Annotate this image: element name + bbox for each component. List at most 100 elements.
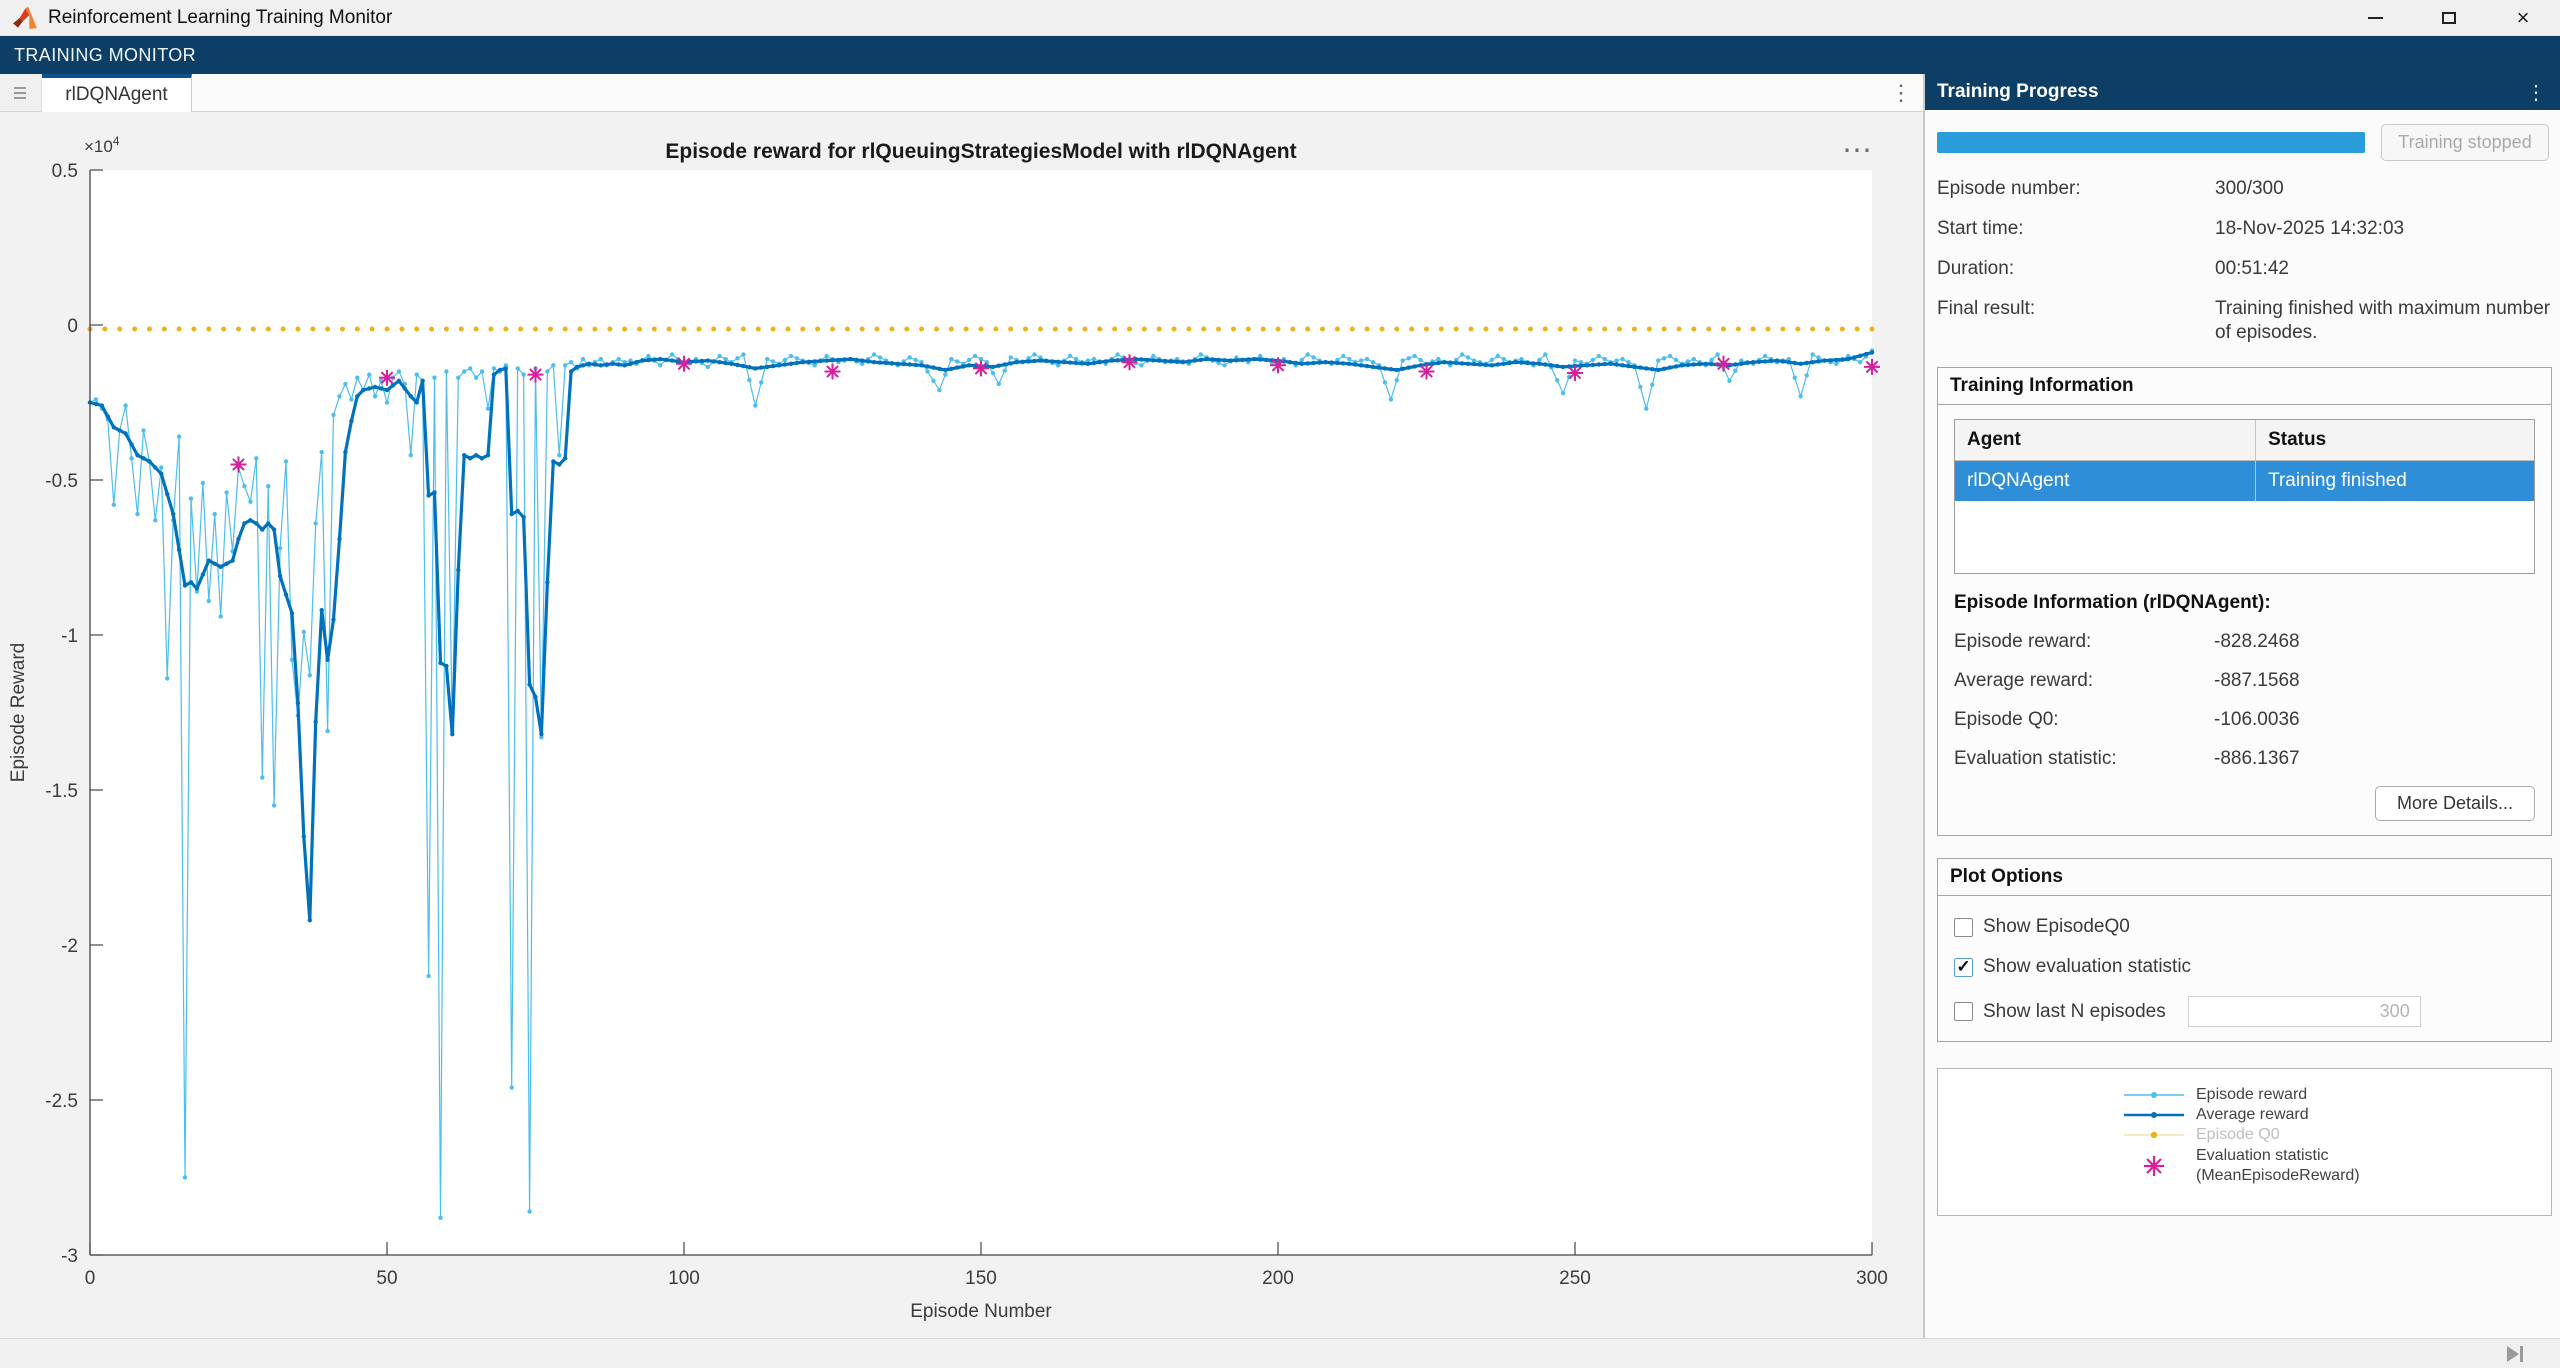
tab-rldqnagent[interactable]: rlDQNAgent	[42, 74, 192, 112]
svg-text:-3: -3	[61, 1246, 78, 1267]
panel-menu-icon[interactable]: ⋮	[2512, 80, 2560, 105]
field-value: 18-Nov-2025 14:32:03	[2215, 217, 2552, 241]
row-label: Episode Q0:	[1954, 709, 2214, 731]
episode-q0-row: Episode Q0: -106.0036	[1954, 709, 2535, 731]
row-label: Episode reward:	[1954, 631, 2214, 653]
svg-text:300: 300	[1856, 1268, 1888, 1289]
field-label: Start time:	[1937, 217, 2215, 241]
training-stopped-button[interactable]: Training stopped	[2381, 124, 2549, 161]
legend-item-episode-q0: Episode Q0	[2118, 1125, 2448, 1145]
tab-list-icon[interactable]	[0, 74, 42, 111]
table-empty-area	[1955, 501, 2534, 573]
option-show-episodeq0: Show EpisodeQ0	[1954, 916, 2535, 938]
progress-row: Training stopped	[1937, 124, 2552, 161]
legend-item-evaluation-statistic: Evaluation statistic (MeanEpisodeReward)	[2118, 1145, 2448, 1187]
minimize-button[interactable]	[2338, 0, 2412, 35]
legend-inner: Episode reward Average reward Episode Q0	[2118, 1085, 2448, 1187]
option-label: Show last N episodes	[1983, 1001, 2166, 1023]
column-header-status[interactable]: Status	[2256, 420, 2534, 460]
legend-label: Episode Q0	[2190, 1126, 2280, 1144]
panel-body: Training stopped Episode number: 300/300…	[1925, 110, 2560, 1216]
cell-agent: rlDQNAgent	[1955, 461, 2256, 501]
tabbar-overflow-menu-icon[interactable]: ⋮	[1879, 74, 1923, 111]
toolstrip-tab-training-monitor[interactable]: TRAINING MONITOR	[0, 45, 210, 66]
evaluation-statistic-row: Evaluation statistic: -886.1367	[1954, 748, 2535, 770]
row-label: Evaluation statistic:	[1954, 748, 2214, 770]
document-area: rlDQNAgent ⋮ 0501001502002503000.50-0.5-…	[0, 74, 1923, 1338]
training-information-group: Training Information Agent Status rlDQNA…	[1937, 367, 2552, 836]
episode-q0-line-sample	[2118, 1129, 2190, 1141]
row-value: -886.1367	[2214, 748, 2300, 770]
evaluation-statistic-marker-sample	[2118, 1151, 2190, 1181]
field-label: Duration:	[1937, 257, 2215, 281]
hamburger-icon	[13, 86, 29, 100]
svg-text:200: 200	[1262, 1268, 1294, 1289]
option-show-evaluation-statistic: ✓ Show evaluation statistic	[1954, 956, 2535, 978]
legend-label: Episode reward	[2190, 1086, 2307, 1104]
svg-text:250: 250	[1559, 1268, 1591, 1289]
figure-area: 0501001502002503000.50-0.5-1-1.5-2-2.5-3…	[0, 112, 1923, 1338]
svg-text:Episode Number: Episode Number	[910, 1301, 1052, 1322]
episode-reward-line-sample	[2118, 1089, 2190, 1101]
legend-box: Episode reward Average reward Episode Q0	[1937, 1068, 2552, 1216]
skip-to-end-icon[interactable]	[2504, 1343, 2526, 1365]
average-reward-row: Average reward: -887.1568	[1954, 670, 2535, 692]
column-header-agent[interactable]: Agent	[1955, 420, 2256, 460]
field-value: 00:51:42	[2215, 257, 2552, 281]
tab-label: rlDQNAgent	[65, 84, 167, 106]
svg-text:-2.5: -2.5	[45, 1091, 78, 1112]
more-details-button[interactable]: More Details...	[2375, 786, 2535, 821]
group-title: Training Information	[1938, 368, 2551, 405]
field-value: 300/300	[2215, 177, 2552, 201]
table-header-row: Agent Status	[1955, 420, 2534, 461]
window-controls: ×	[2338, 0, 2560, 35]
legend-item-average-reward: Average reward	[2118, 1105, 2448, 1125]
window-title: Reinforcement Learning Training Monitor	[48, 7, 392, 29]
statusbar	[0, 1338, 2560, 1368]
axes-options-button[interactable]: ⋯	[1832, 140, 1884, 170]
svg-text:0: 0	[85, 1268, 96, 1289]
field-start-time: Start time: 18-Nov-2025 14:32:03	[1937, 217, 2552, 241]
svg-text:×104: ×104	[84, 134, 120, 156]
row-value: -106.0036	[2214, 709, 2300, 731]
maximize-button[interactable]	[2412, 0, 2486, 35]
field-label: Final result:	[1937, 297, 2215, 345]
row-label: Average reward:	[1954, 670, 2214, 692]
last-n-episodes-input[interactable]	[2188, 996, 2421, 1027]
training-progress-bar	[1937, 132, 2365, 153]
svg-text:0.5: 0.5	[52, 161, 78, 182]
progress-fill	[1937, 132, 2365, 153]
field-duration: Duration: 00:51:42	[1937, 257, 2552, 281]
group-content: Agent Status rlDQNAgent Training finishe…	[1938, 405, 2551, 835]
svg-text:0: 0	[67, 316, 78, 337]
group-title: Plot Options	[1938, 859, 2551, 896]
window-titlebar: Reinforcement Learning Training Monitor …	[0, 0, 2560, 36]
field-episode-number: Episode number: 300/300	[1937, 177, 2552, 201]
training-chart: 0501001502002503000.50-0.5-1-1.5-2-2.5-3…	[0, 112, 1923, 1338]
legend-label: Evaluation statistic (MeanEpisodeReward)	[2190, 1146, 2360, 1186]
legend-label: Average reward	[2190, 1106, 2309, 1124]
option-label: Show evaluation statistic	[1983, 956, 2191, 978]
table-row[interactable]: rlDQNAgent Training finished	[1955, 461, 2534, 501]
row-value: -828.2468	[2214, 631, 2300, 653]
episode-info-title: Episode Information (rlDQNAgent):	[1954, 592, 2535, 614]
svg-text:150: 150	[965, 1268, 997, 1289]
toolstrip: TRAINING MONITOR	[0, 36, 2560, 74]
matlab-logo-icon	[12, 6, 38, 30]
show-last-n-episodes-checkbox[interactable]	[1954, 1002, 1973, 1021]
field-final-result: Final result: Training finished with max…	[1937, 297, 2552, 345]
show-episodeq0-checkbox[interactable]	[1954, 918, 1973, 937]
field-label: Episode number:	[1937, 177, 2215, 201]
agent-status-table: Agent Status rlDQNAgent Training finishe…	[1954, 419, 2535, 574]
svg-text:Episode Reward: Episode Reward	[8, 643, 29, 782]
show-evaluation-statistic-checkbox[interactable]: ✓	[1954, 958, 1973, 977]
option-show-last-n-episodes: Show last N episodes	[1954, 996, 2535, 1027]
cell-status: Training finished	[2256, 461, 2534, 501]
close-button[interactable]: ×	[2486, 0, 2560, 35]
average-reward-line-sample	[2118, 1109, 2190, 1121]
row-value: -887.1568	[2214, 670, 2300, 692]
svg-text:100: 100	[668, 1268, 700, 1289]
plot-options-group: Plot Options Show EpisodeQ0 ✓ Show evalu…	[1937, 858, 2552, 1042]
training-progress-panel: Training Progress ⋮ Training stopped Epi…	[1925, 74, 2560, 1338]
group-content: Show EpisodeQ0 ✓ Show evaluation statist…	[1938, 896, 2551, 1041]
